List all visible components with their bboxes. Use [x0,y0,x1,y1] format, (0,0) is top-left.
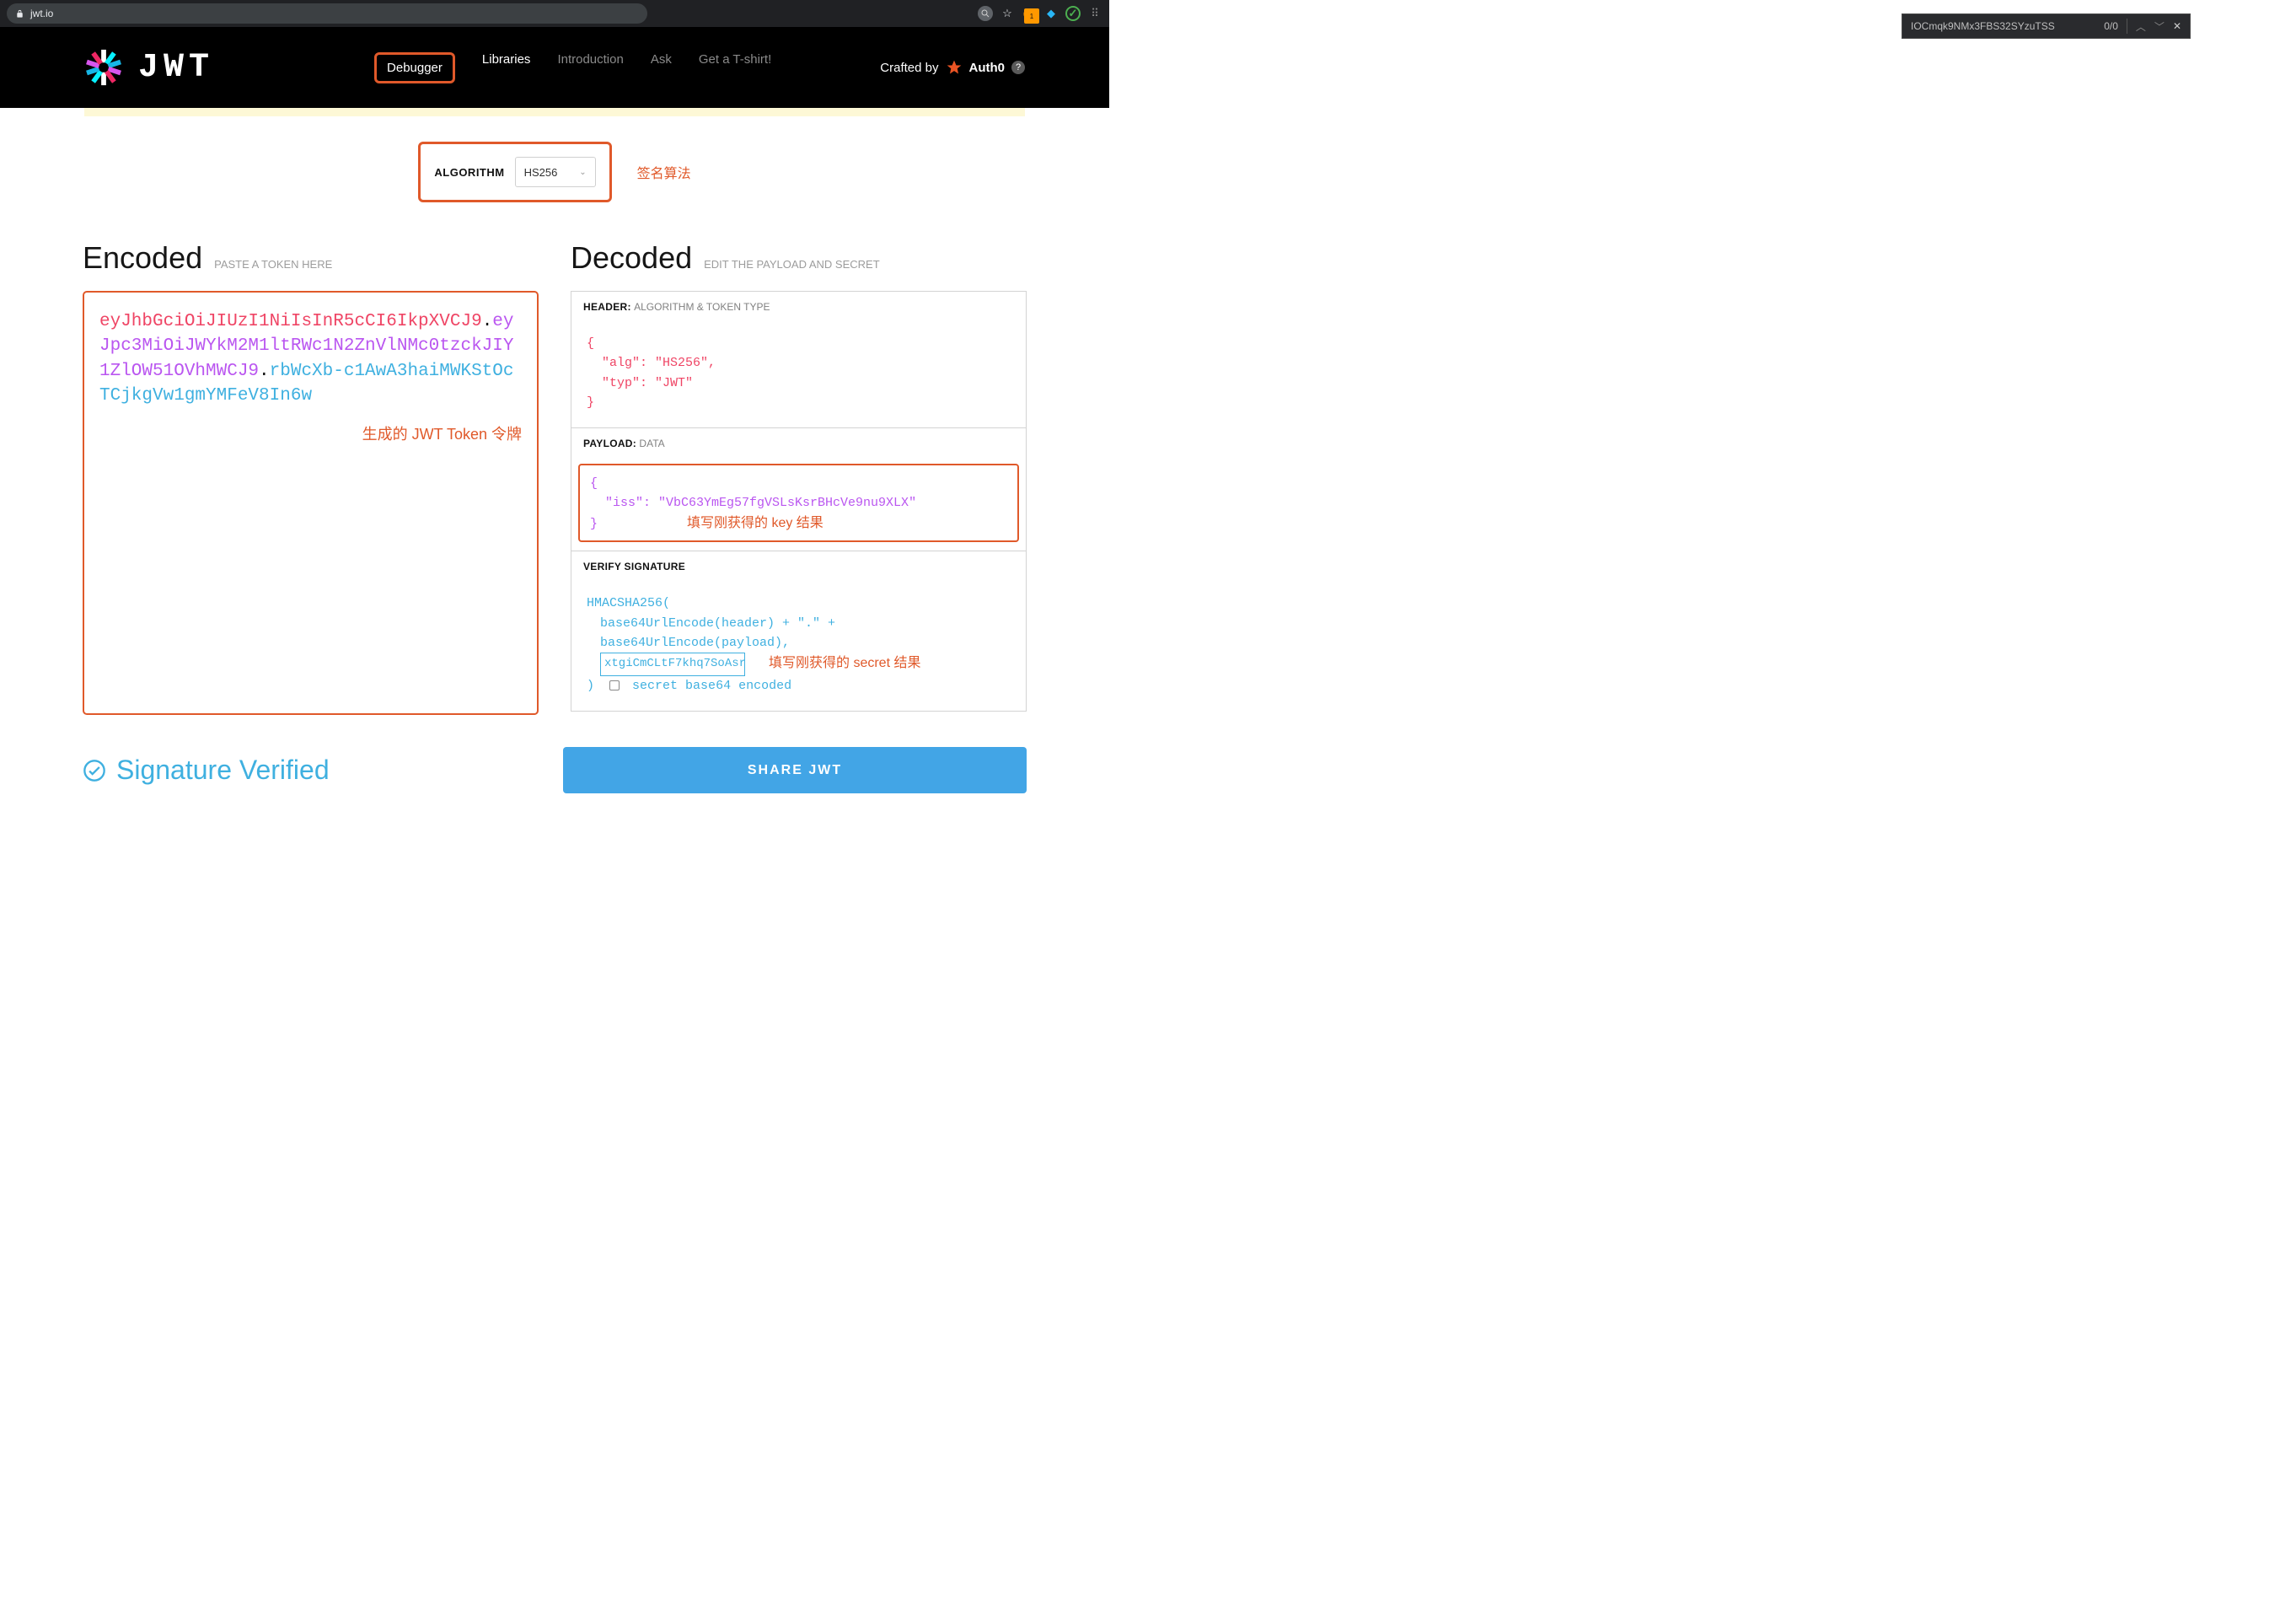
help-icon[interactable]: ? [1011,61,1025,74]
auth0-text[interactable]: Auth0 [969,61,1006,75]
find-in-page-bar[interactable]: IOCmqk9NMx3FBS32SYzuTSS 0/0 ︿ ﹀ ✕ [1902,13,2191,39]
auth0-icon [946,59,963,76]
secret-b64-label: secret base64 encoded [632,679,791,693]
warning-banner [84,108,1025,116]
sig-close-row: ) secret base64 encoded [587,676,1011,696]
nav-libraries[interactable]: Libraries [482,52,531,83]
nav-introduction[interactable]: Introduction [557,52,623,83]
find-close-icon[interactable]: ✕ [2173,20,2181,32]
ext-firebug-icon[interactable]: ◯1 [1022,6,1037,21]
find-prev-icon[interactable]: ︿ [2136,19,2146,34]
decoded-header-json[interactable]: { "alg": "HS256", "typ": "JWT" } [571,322,1026,427]
algorithm-annotation: 签名算法 [637,162,691,182]
decoded-subtitle: EDIT THE PAYLOAD AND SECRET [704,258,880,271]
find-text: IOCmqk9NMx3FBS32SYzuTSS [1911,20,2095,32]
bookmark-star-icon[interactable]: ☆ [1000,6,1015,21]
nav-tshirt[interactable]: Get a T-shirt! [699,52,771,83]
find-next-icon[interactable]: ﹀ [2154,19,2165,34]
nav-ask[interactable]: Ask [651,52,672,83]
decoded-payload-panel: PAYLOAD: DATA { "iss": "VbC63YmEg57fgVSL… [571,428,1027,551]
browser-toolbar: jwt.io ☆ ◯1 ◆ ✓ ⠿ [0,0,1109,27]
decoded-header-panel: HEADER: ALGORITHM & TOKEN TYPE { "alg": … [571,291,1027,428]
algorithm-label: ALGORITHM [434,166,504,179]
jwt-logo[interactable]: JWT [84,48,214,87]
sig-line2: base64UrlEncode(payload), [587,633,1011,653]
token-header-segment: eyJhbGciOiJIUzI1NiIsInR5cCI6IkpXVCJ9 [99,312,482,331]
algorithm-row: ALGORITHM HS256 ⌄ 签名算法 [0,142,1109,202]
browser-extensions: ☆ ◯1 ◆ ✓ ⠿ [978,6,1102,21]
encoded-subtitle: PASTE A TOKEN HERE [214,258,332,271]
decoded-signature-heading: VERIFY SIGNATURE [571,551,1026,582]
encoded-column: Encoded PASTE A TOKEN HERE eyJhbGciOiJIU… [83,240,539,715]
encoded-annotation: 生成的 JWT Token 令牌 [99,422,522,444]
footer-row: Signature Verified SHARE JWT [83,747,1027,793]
decoded-signature-panel: VERIFY SIGNATURE HMACSHA256( base64UrlEn… [571,551,1027,712]
crafted-label: Crafted by [880,61,938,75]
find-count: 0/0 [2104,20,2118,32]
algorithm-highlight-box: ALGORITHM HS256 ⌄ [418,142,611,202]
secret-input[interactable]: xtgiCmCLtF7khq7SoAsr [600,653,745,676]
encoded-title: Encoded [83,240,202,276]
decoded-header-heading: HEADER: ALGORITHM & TOKEN TYPE [571,292,1026,322]
encoded-token-box[interactable]: eyJhbGciOiJIUzI1NiIsInR5cCI6IkpXVCJ9.eyJ… [83,291,539,715]
algorithm-select[interactable]: HS256 ⌄ [515,157,596,187]
lock-icon [15,9,24,18]
payload-annotation: 填写刚获得的 key 结果 [687,516,823,530]
sig-fn: HMACSHA256( [587,594,1011,613]
sig-line1: base64UrlEncode(header) + "." + [587,614,1011,633]
top-nav: JWT Debugger Libraries Introduction Ask … [0,27,1109,108]
address-bar[interactable]: jwt.io [7,3,647,24]
crafted-by: Crafted by Auth0 ? [880,59,1025,76]
logo-text: JWT [138,49,214,87]
decoded-signature-body: HMACSHA256( base64UrlEncode(header) + ".… [571,582,1026,711]
decoded-payload-json[interactable]: { "iss": "VbC63YmEg57fgVSLsKsrBHcVe9nu9X… [578,464,1019,542]
logo-icon [84,48,123,87]
encoded-token[interactable]: eyJhbGciOiJIUzI1NiIsInR5cCI6IkpXVCJ9.eyJ… [99,309,522,409]
zoom-icon[interactable] [978,6,993,21]
check-circle-icon [83,759,106,782]
signature-verified: Signature Verified [83,755,330,786]
ext-diamond-icon[interactable]: ◆ [1043,6,1059,21]
decoded-title-row: Decoded EDIT THE PAYLOAD AND SECRET [571,240,1027,276]
decoded-payload-heading: PAYLOAD: DATA [571,428,1026,459]
ext-check-icon[interactable]: ✓ [1065,6,1081,21]
secret-b64-checkbox[interactable] [609,680,620,690]
share-jwt-button[interactable]: SHARE JWT [563,747,1027,793]
decoded-column: Decoded EDIT THE PAYLOAD AND SECRET HEAD… [571,240,1027,715]
algorithm-value: HS256 [524,166,558,179]
encoded-title-row: Encoded PASTE A TOKEN HERE [83,240,539,276]
secret-annotation: 填写刚获得的 secret 结果 [769,653,920,674]
url-text: jwt.io [30,8,53,19]
chevron-down-icon: ⌄ [579,168,586,177]
nav-debugger[interactable]: Debugger [374,52,455,83]
signature-verified-text: Signature Verified [116,755,330,786]
ext-grid-icon[interactable]: ⠿ [1087,6,1102,21]
decoded-title: Decoded [571,240,692,276]
nav-menu: Debugger Libraries Introduction Ask Get … [374,52,771,83]
